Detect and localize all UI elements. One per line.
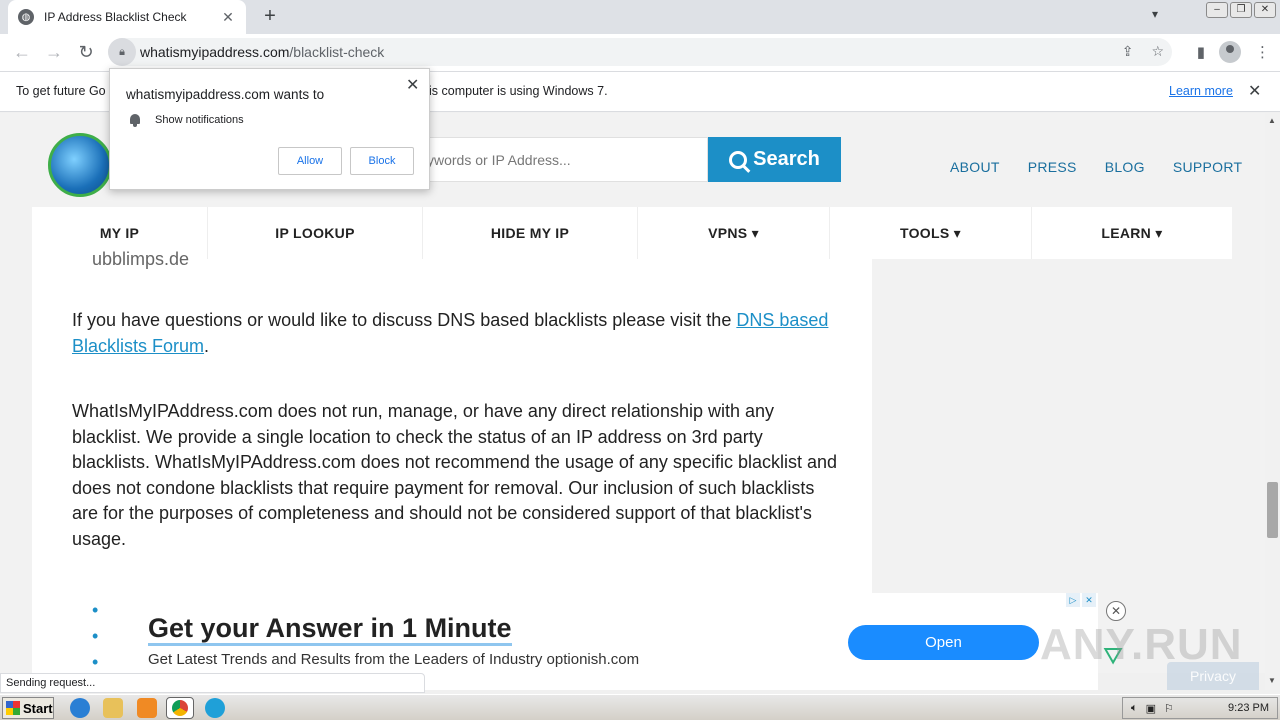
site-logo[interactable]: [48, 133, 112, 197]
tab-close-icon[interactable]: ✕: [220, 9, 236, 26]
internet-explorer-icon[interactable]: [70, 698, 90, 718]
top-link-support[interactable]: SUPPORT: [1173, 159, 1243, 175]
lock-icon[interactable]: 🔒︎: [108, 38, 136, 66]
minimize-icon[interactable]: –: [1206, 2, 1228, 18]
site-search-button[interactable]: Search: [708, 137, 841, 182]
network-icon[interactable]: ▣: [1146, 702, 1156, 715]
windows-logo-icon: [6, 701, 20, 715]
scroll-down-icon[interactable]: ▼: [1268, 676, 1276, 685]
system-tray: 🔈︎ ▣ ⚐ 9:23 PM: [1122, 697, 1278, 719]
status-bar: Sending request...: [0, 673, 425, 693]
top-link-press[interactable]: PRESS: [1028, 159, 1077, 175]
main-nav: MY IP IP LOOKUP HIDE MY IP VPNS ▾ TOOLS …: [32, 207, 1232, 259]
nav-learn[interactable]: LEARN ▾: [1032, 207, 1232, 259]
learn-more-link[interactable]: Learn more: [1169, 84, 1233, 98]
forward-arrow-icon[interactable]: →: [38, 42, 70, 63]
bell-icon: [128, 113, 142, 127]
windows-taskbar: Start 🔈︎ ▣ ⚐ 9:23 PM: [0, 694, 1280, 720]
info-message-end: is computer is using Windows 7.: [429, 84, 608, 98]
ad-choices-icon[interactable]: ▷: [1066, 593, 1080, 607]
tab-search-chevron-icon[interactable]: ▾: [1152, 7, 1158, 21]
back-arrow-icon[interactable]: ←: [6, 42, 38, 63]
tab-strip: ◍ IP Address Blacklist Check ✕ + ▾ – ❐ ✕: [0, 0, 1280, 34]
page-scrollbar[interactable]: ▲ ▼: [1265, 113, 1280, 690]
popup-heading: whatismyipaddress.com wants to: [126, 87, 325, 102]
ad-headline[interactable]: Get your Answer in 1 Minute: [148, 613, 512, 646]
action-center-flag-icon[interactable]: ⚐: [1164, 702, 1174, 715]
side-panel-icon[interactable]: ▮: [1197, 43, 1205, 61]
window-close-icon[interactable]: ✕: [1254, 2, 1276, 18]
file-explorer-icon[interactable]: [103, 698, 123, 718]
scroll-thumb[interactable]: [1267, 482, 1278, 538]
browser-toolbar: ← → ↻ 🔒︎ whatismyipaddress.com/blacklist…: [0, 34, 1280, 71]
search-icon: [729, 150, 748, 169]
ad-dismiss-icon[interactable]: ✕: [1106, 601, 1126, 621]
reload-icon[interactable]: ↻: [70, 42, 102, 63]
infobar-close-icon[interactable]: ✕: [1248, 81, 1261, 101]
nav-hide-my-ip[interactable]: HIDE MY IP: [423, 207, 638, 259]
block-button[interactable]: Block: [350, 147, 414, 175]
start-button[interactable]: Start: [2, 697, 54, 719]
scroll-up-icon[interactable]: ▲: [1268, 116, 1276, 125]
ad-choices[interactable]: ▷ ✕: [1066, 593, 1096, 607]
notification-permission-popup: whatismyipaddress.com wants to ✕ Show no…: [109, 68, 430, 190]
edge-icon[interactable]: [205, 698, 225, 718]
clock[interactable]: 9:23 PM: [1228, 702, 1269, 714]
share-icon[interactable]: ⇪: [1122, 43, 1134, 60]
info-message-start: To get future Go: [16, 84, 106, 98]
nav-vpns[interactable]: VPNS ▾: [638, 207, 830, 259]
ad-open-button[interactable]: Open: [848, 625, 1039, 660]
start-label: Start: [23, 700, 53, 716]
restore-icon[interactable]: ❐: [1230, 2, 1252, 18]
ad-subtext: Get Latest Trends and Results from the L…: [148, 651, 640, 668]
profile-avatar-icon[interactable]: [1219, 41, 1241, 63]
address-bar[interactable]: 🔒︎ whatismyipaddress.com/blacklist-check…: [108, 38, 1172, 66]
disclaimer-paragraph: WhatIsMyIPAddress.com does not run, mana…: [72, 401, 838, 549]
volume-icon[interactable]: 🔈︎: [1131, 702, 1138, 715]
url-text: whatismyipaddress.com/blacklist-check: [140, 44, 385, 60]
partial-link-list: • • •: [92, 600, 99, 672]
page-viewport: ywords or IP Address... Search ABOUT PRE…: [0, 113, 1265, 673]
nav-ip-lookup[interactable]: IP LOOKUP: [208, 207, 423, 259]
browser-tab[interactable]: ◍ IP Address Blacklist Check ✕: [8, 0, 246, 34]
chrome-icon: [172, 700, 188, 716]
top-link-blog[interactable]: BLOG: [1105, 159, 1145, 175]
globe-icon: ◍: [18, 9, 34, 25]
ad-close-x-icon[interactable]: ✕: [1082, 593, 1096, 607]
popup-close-icon[interactable]: ✕: [406, 75, 419, 95]
nav-tools[interactable]: TOOLS ▾: [830, 207, 1032, 259]
menu-kebab-icon[interactable]: ⋮: [1255, 43, 1270, 61]
forum-paragraph: If you have questions or would like to d…: [72, 310, 829, 356]
media-player-icon[interactable]: [137, 698, 157, 718]
permission-label: Show notifications: [155, 114, 244, 126]
allow-button[interactable]: Allow: [278, 147, 342, 175]
new-tab-button[interactable]: +: [258, 4, 282, 28]
list-item-fragment: ubblimps.de: [92, 249, 190, 269]
chrome-taskbar-button[interactable]: [166, 697, 194, 719]
top-links: ABOUT PRESS BLOG SUPPORT: [950, 159, 1242, 175]
top-link-about[interactable]: ABOUT: [950, 159, 1000, 175]
search-button-label: Search: [753, 148, 820, 170]
privacy-badge[interactable]: Privacy: [1167, 662, 1259, 690]
tab-title: IP Address Blacklist Check: [44, 10, 187, 24]
window-controls: – ❐ ✕: [1202, 0, 1280, 20]
bookmark-star-icon[interactable]: ☆: [1151, 43, 1164, 60]
